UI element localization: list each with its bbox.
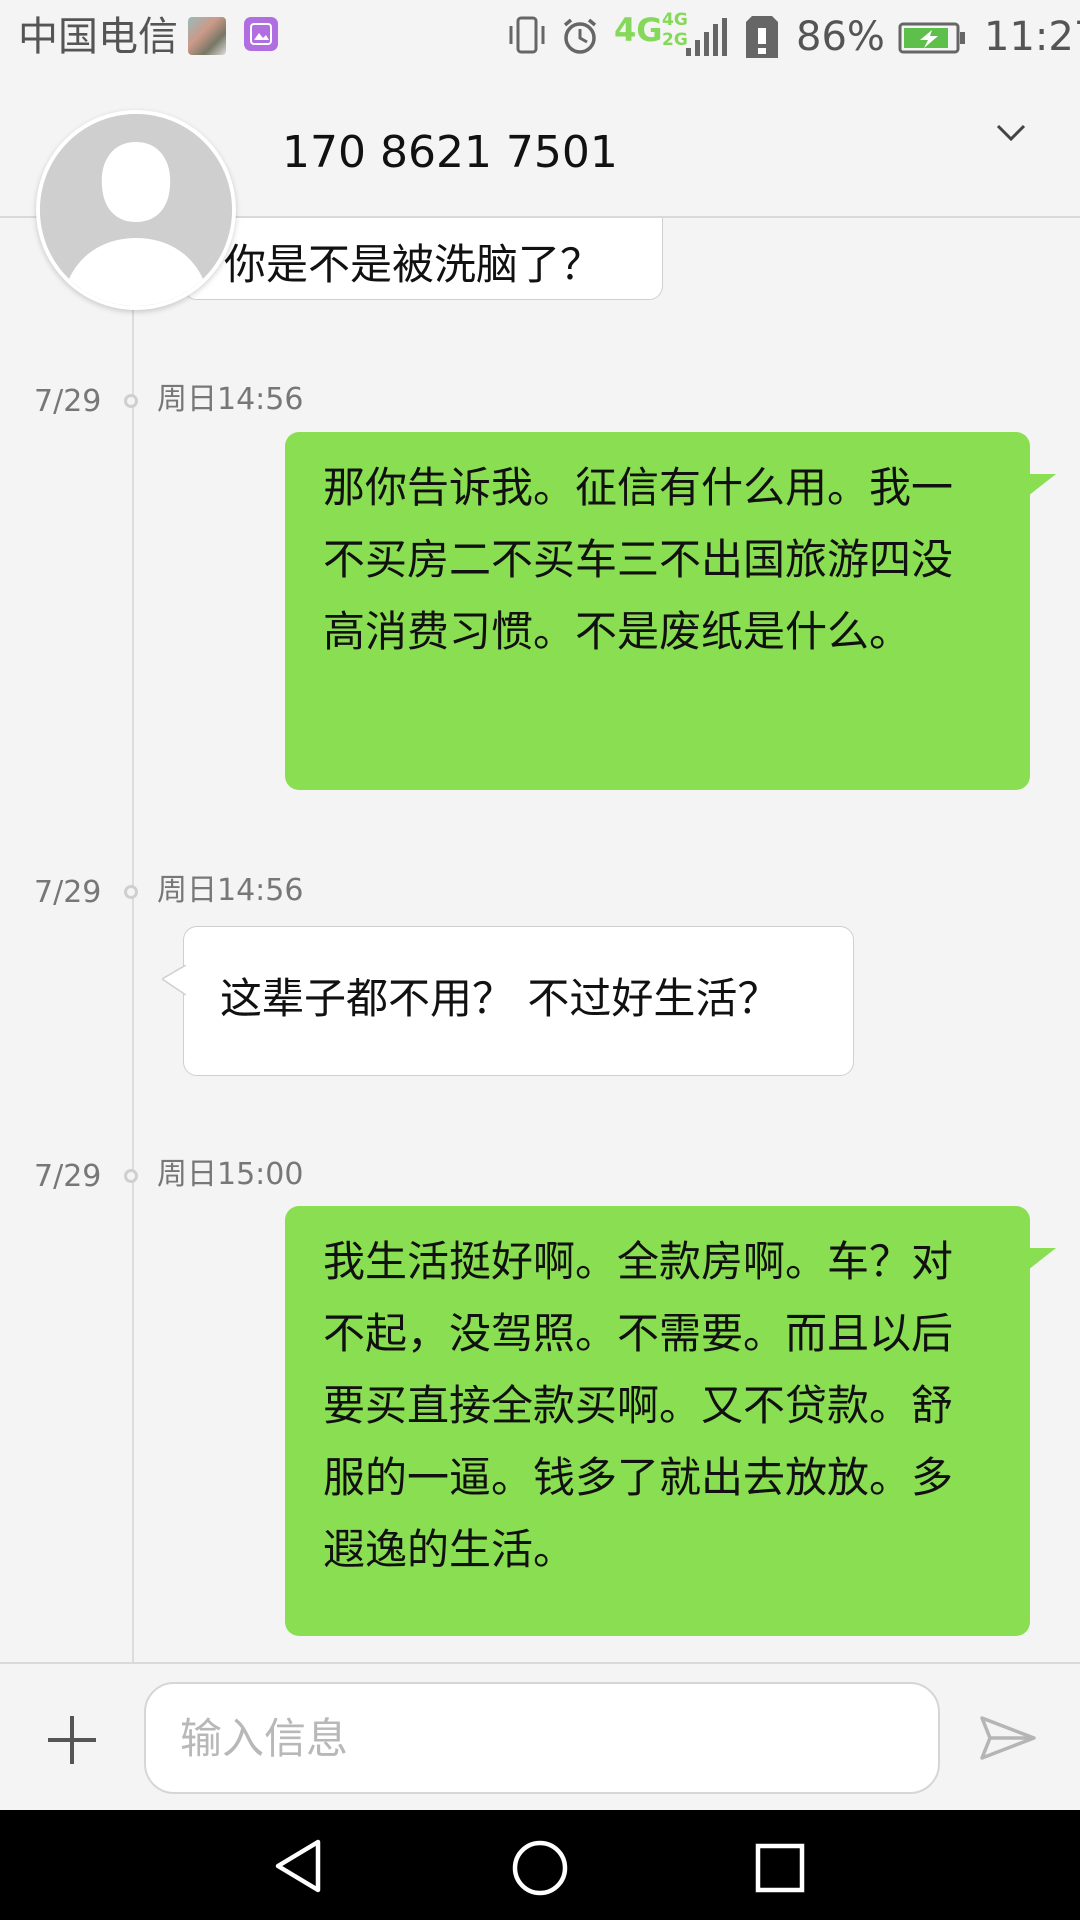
system-navigation-bar <box>0 1810 1080 1920</box>
signal-strength-icon <box>686 18 727 56</box>
timeline-line <box>132 218 134 1662</box>
battery-percent: 86% <box>796 14 885 60</box>
bubble-tail <box>1028 1248 1056 1270</box>
outgoing-message-bubble[interactable]: 我生活挺好啊。全款房啊。车？对不起，没驾照。不需要。而且以后要买直接全款买啊。又… <box>285 1206 1056 1636</box>
outgoing-message-bubble[interactable]: 那你告诉我。征信有什么用。我一不买房二不买车三不出国旅游四没高消费习惯。不是废纸… <box>285 432 1056 790</box>
default-person-icon <box>40 114 232 306</box>
timeline-dot <box>124 394 138 408</box>
messaging-screen: 中国电信 4G 4G 2G 86% 11:2 170 8621 7501 你是不… <box>0 0 1080 1920</box>
message-time: 周日15:00 <box>157 1157 304 1192</box>
status-bar: 中国电信 4G 4G 2G 86% 11:2 <box>0 0 1080 74</box>
carrier-name: 中国电信 <box>18 14 178 60</box>
message-input[interactable] <box>144 1682 940 1794</box>
clock: 11:27 <box>984 14 1080 60</box>
message-date: 7/29 <box>34 384 102 419</box>
message-text: 你是不是被洗脑了？ <box>224 240 603 289</box>
message-date: 7/29 <box>34 875 102 910</box>
network-type-4g: 4G <box>614 11 663 49</box>
add-attachment-icon[interactable] <box>44 1712 100 1768</box>
back-icon[interactable] <box>272 1838 324 1894</box>
timeline-dot <box>124 885 138 899</box>
message-time: 周日14:56 <box>157 382 304 417</box>
bubble-tail <box>1028 474 1056 496</box>
message-time: 周日14:56 <box>157 873 304 908</box>
message-date: 7/29 <box>34 1159 102 1194</box>
photo-notification-icon <box>188 17 226 55</box>
send-icon[interactable] <box>978 1714 1038 1762</box>
home-icon[interactable] <box>510 1838 570 1898</box>
incoming-message-bubble[interactable]: 这辈子都不用？ 不过好生活？ <box>162 926 854 1076</box>
message-text: 这辈子都不用？ 不过好生活？ <box>220 974 780 1023</box>
message-text: 那你告诉我。征信有什么用。我一不买房二不买车三不出国旅游四没高消费习惯。不是废纸… <box>323 463 954 656</box>
compose-bar <box>0 1662 1080 1812</box>
contact-number[interactable]: 170 8621 7501 <box>282 126 618 180</box>
contact-avatar[interactable] <box>36 110 236 310</box>
bubble-tail <box>162 965 186 996</box>
message-list[interactable]: 你是不是被洗脑了？ 7/29 周日14:56 那你告诉我。征信有什么用。我一不买… <box>0 218 1080 1662</box>
status-icons: 4G 4G 2G 86% 11:27 <box>506 10 1080 64</box>
chevron-down-icon[interactable] <box>994 122 1028 144</box>
timeline-dot <box>124 1169 138 1183</box>
gallery-notification-icon <box>244 17 278 51</box>
alarm-icon <box>563 18 597 54</box>
sim-card-icon <box>746 16 778 58</box>
vibrate-icon <box>509 16 545 54</box>
battery-charging-icon <box>898 22 965 54</box>
message-text: 我生活挺好啊。全款房啊。车？对不起，没驾照。不需要。而且以后要买直接全款买啊。又… <box>323 1237 954 1574</box>
incoming-message-bubble[interactable]: 你是不是被洗脑了？ <box>183 218 663 300</box>
recent-apps-icon[interactable] <box>754 1842 806 1894</box>
